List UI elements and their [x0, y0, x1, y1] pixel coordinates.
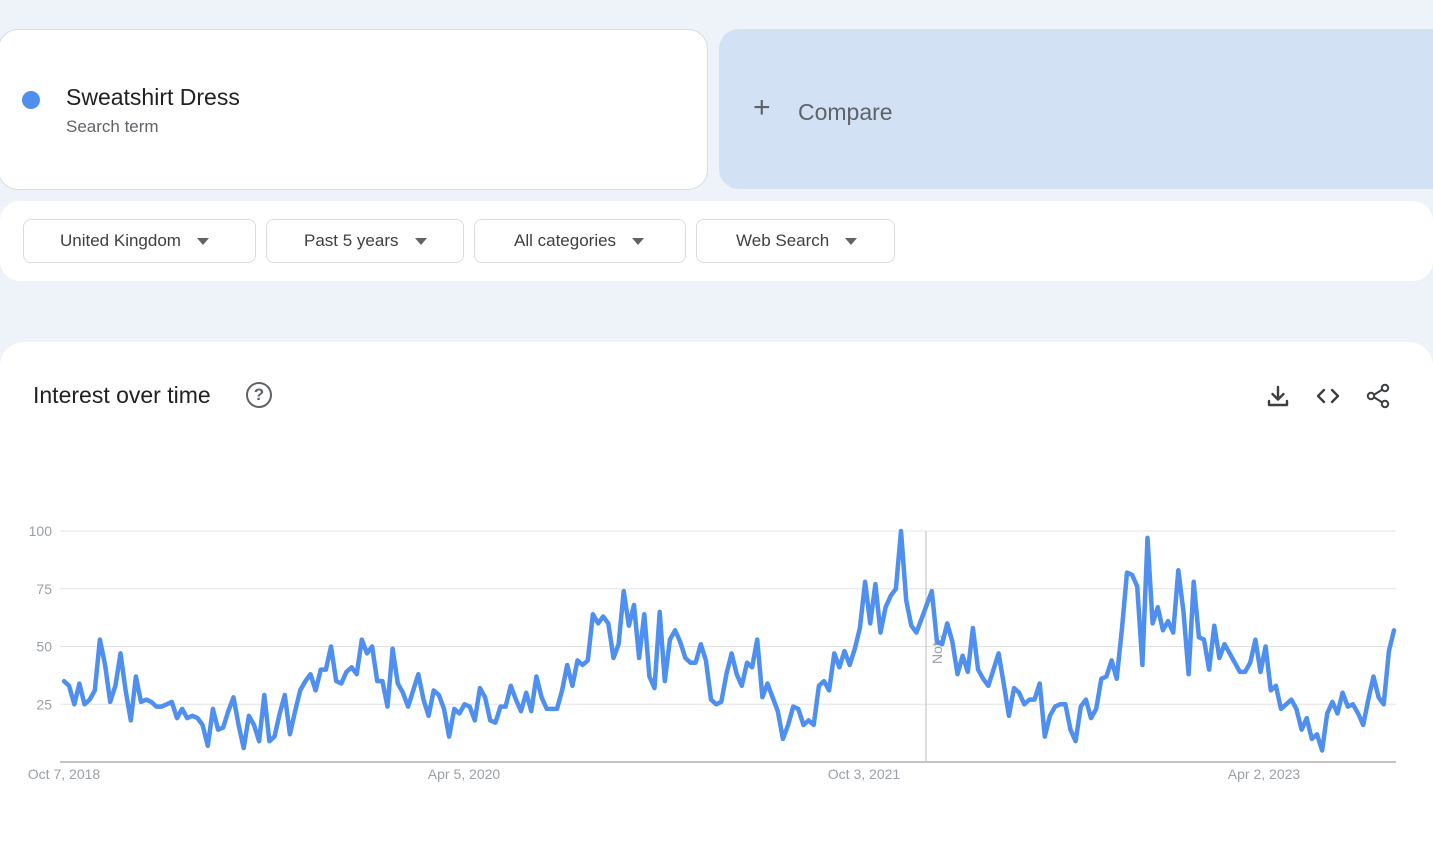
filter-region-dropdown[interactable]: United Kingdom: [23, 219, 256, 263]
x-tick-label: Apr 5, 2020: [428, 766, 501, 782]
download-icon[interactable]: [1264, 382, 1292, 410]
y-tick-label: 100: [29, 523, 53, 539]
plus-icon[interactable]: +: [753, 93, 771, 123]
series-line[interactable]: [61, 528, 1397, 753]
interest-line-chart: 25 50 75 100 Oct 7, 2018 Apr 5, 2020 Oct 3, 2…: [28, 523, 1397, 782]
compare-label[interactable]: Compare: [798, 99, 893, 126]
embed-code-icon[interactable]: [1314, 382, 1342, 410]
filter-region-label: United Kingdom: [60, 231, 181, 250]
y-tick-label: 75: [36, 581, 52, 597]
filter-category-dropdown[interactable]: All categories: [474, 219, 686, 263]
search-term-sublabel: Search term: [66, 117, 159, 136]
search-term-label[interactable]: Sweatshirt Dress: [66, 84, 240, 111]
y-tick-label: 50: [36, 639, 52, 655]
filter-category-label: All categories: [514, 231, 617, 250]
y-tick-label: 25: [36, 696, 52, 712]
x-tick-label: Oct 7, 2018: [28, 766, 101, 782]
series-color-dot: [22, 91, 40, 109]
help-icon[interactable]: ?: [246, 382, 272, 408]
x-axis-tick-labels: Oct 7, 2018 Apr 5, 2020 Oct 3, 2021 Apr 2, …: [28, 766, 1301, 782]
y-axis-tick-labels: 25 50 75 100: [29, 523, 53, 712]
filter-time-range-dropdown[interactable]: Past 5 years: [266, 219, 464, 263]
filter-time-range-label: Past 5 years: [304, 231, 399, 250]
caret-down-icon: [845, 237, 858, 245]
x-tick-label: Apr 2, 2023: [1228, 766, 1301, 782]
filter-search-type-dropdown[interactable]: Web Search: [696, 219, 895, 263]
x-tick-label: Oct 3, 2021: [828, 766, 901, 782]
filter-search-type-label: Web Search: [736, 231, 830, 250]
caret-down-icon: [196, 237, 209, 245]
share-icon[interactable]: [1364, 382, 1392, 410]
chart-title: Interest over time: [33, 382, 211, 408]
caret-down-icon: [414, 237, 427, 245]
caret-down-icon: [632, 237, 645, 245]
chart-series: [61, 528, 1397, 753]
